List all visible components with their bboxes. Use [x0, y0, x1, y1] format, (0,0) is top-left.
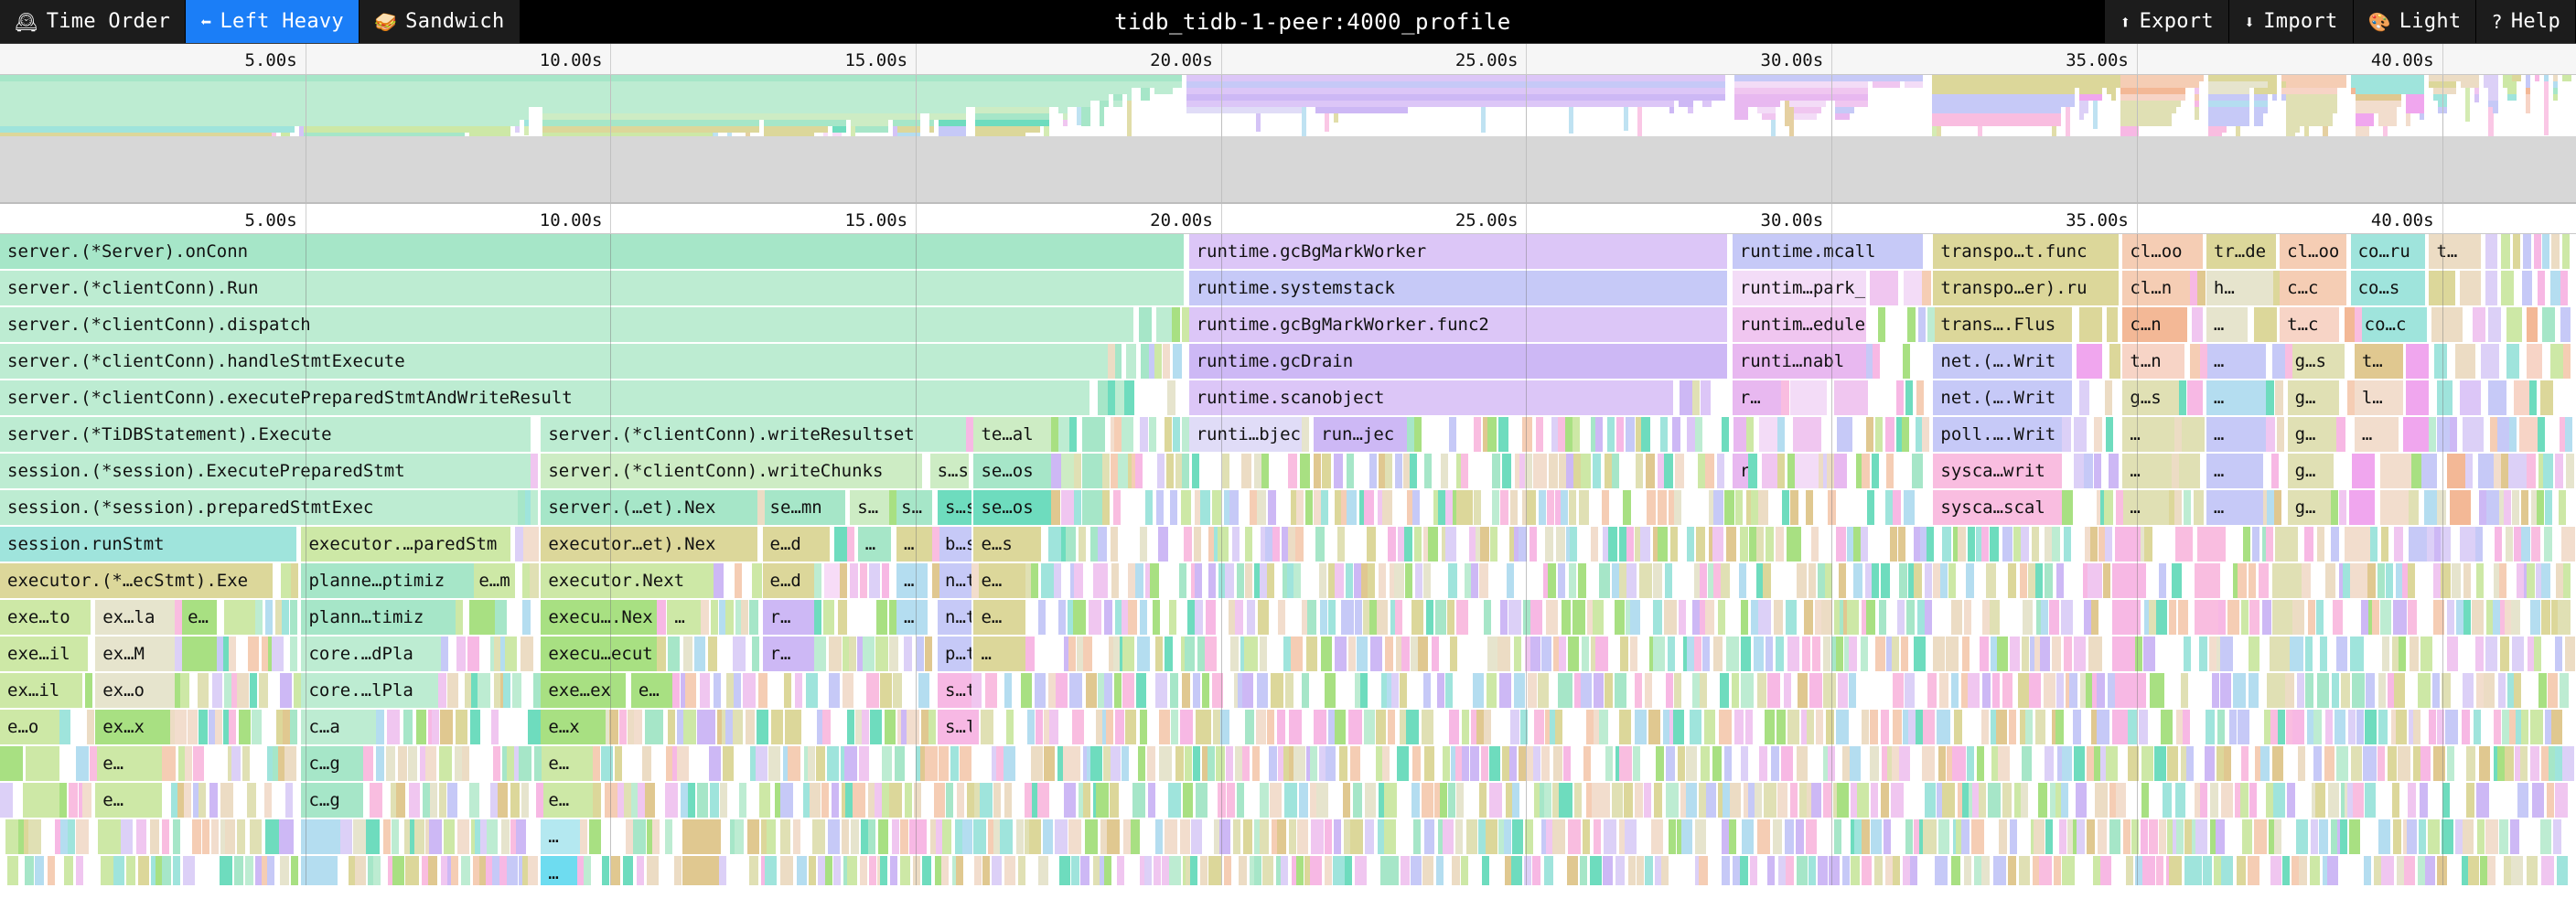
- toolbar-button-light[interactable]: 🎨 Light: [2354, 0, 2477, 43]
- ruler-tick: [610, 44, 611, 74]
- ruler-tick-label: 10.00s: [540, 50, 611, 70]
- ruler-tick-label: 30.00s: [1761, 50, 1832, 70]
- minimap-overview[interactable]: [0, 75, 2576, 203]
- ruler-tick: [2442, 44, 2443, 74]
- toolbar-button-export[interactable]: ⬆ Export: [2105, 0, 2229, 43]
- ruler-tick-label: 20.00s: [1150, 50, 1221, 70]
- toolbar-button-time-order[interactable]: 🕰 Time Order: [0, 0, 186, 43]
- toolbar-button-help[interactable]: ? Help: [2476, 0, 2576, 43]
- ruler-tick-label: 25.00s: [1455, 50, 1527, 70]
- toolbar-button-label: Help: [2511, 10, 2560, 33]
- toolbar-button-label: Import: [2263, 10, 2337, 33]
- clock-icon: 🕰: [15, 13, 38, 31]
- toolbar-button-sandwich[interactable]: 🥪 Sandwich: [360, 0, 521, 43]
- toolbar-button-label: Light: [2399, 10, 2462, 33]
- left-arrow-icon: ⬅: [200, 13, 211, 31]
- ruler-tick: [1526, 44, 1527, 74]
- toolbar-right-group: ⬆ Export ⬇ Import 🎨 Light? Help: [2105, 0, 2576, 43]
- profile-title: tidb_tidb-1-peer:4000_profile: [521, 0, 2106, 43]
- palette-icon: 🎨: [2368, 13, 2391, 31]
- toolbar-button-label: Export: [2140, 10, 2214, 33]
- ruler-tick: [916, 44, 917, 74]
- toolbar-spacer: tidb_tidb-1-peer:4000_profile: [521, 0, 2106, 43]
- ruler-tick: [1221, 44, 1222, 74]
- overview-ruler: 5.00s 10.00s 15.00s 20.00s 25.00s 30.00s 35.00…: [0, 44, 2576, 75]
- toolbar-button-label: Time Order: [47, 10, 170, 33]
- ruler-tick: [1831, 44, 1832, 74]
- toolbar-left-group: 🕰 Time Order ⬅ Left Heavy 🥪 Sandwich: [0, 0, 521, 43]
- ruler-tick-label: 35.00s: [2066, 50, 2137, 70]
- toolbar-button-left-heavy[interactable]: ⬅ Left Heavy: [186, 0, 360, 43]
- question-icon: ?: [2491, 13, 2502, 31]
- toolbar-button-label: Sandwich: [405, 10, 504, 33]
- toolbar: 🕰 Time Order ⬅ Left Heavy 🥪 Sandwich tidb_tid…: [0, 0, 2576, 44]
- ruler-tick-label: 40.00s: [2371, 50, 2442, 70]
- export-icon: ⬆: [2120, 13, 2131, 31]
- ruler-tick-label: 5.00s: [244, 50, 305, 70]
- toolbar-button-import[interactable]: ⬇ Import: [2229, 0, 2354, 43]
- import-icon: ⬇: [2244, 13, 2255, 31]
- ruler-tick-label: 15.00s: [844, 50, 916, 70]
- sandwich-icon: 🥪: [374, 13, 397, 31]
- ruler-tick: [2137, 44, 2138, 74]
- toolbar-button-label: Left Heavy: [220, 10, 344, 33]
